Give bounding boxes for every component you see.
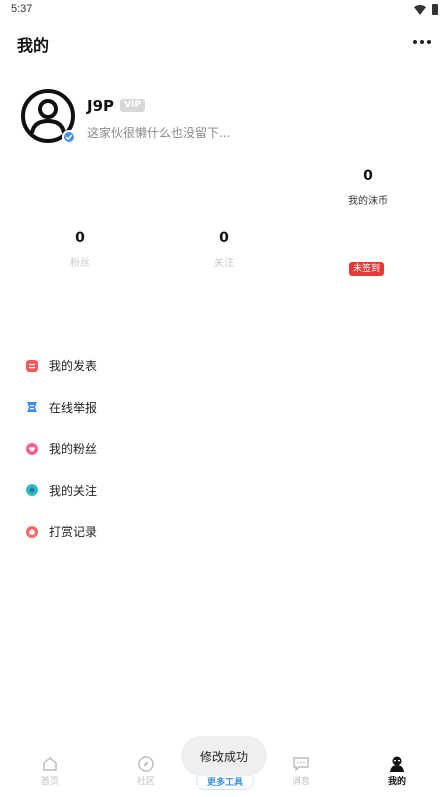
status-icons [414,4,438,15]
more-dot-icon [427,40,431,44]
tab-label: 社区 [136,777,155,787]
tab-messages[interactable]: 消息 [271,752,331,787]
stat-following[interactable]: 0 关注 [184,230,264,269]
menu-label: 我的粉丝 [49,442,98,457]
tab-label: 消息 [291,777,310,787]
user-icon [390,756,404,772]
tab-home[interactable]: 首页 [20,752,80,787]
more-options-button[interactable] [408,30,436,54]
vip-badge[interactable]: VIP [120,99,145,112]
heart-icon [25,442,39,456]
more-dot-icon [420,40,424,44]
sign-in-badge[interactable]: 未签到 [349,262,385,276]
tab-mine[interactable]: 我的 [367,752,427,787]
username: J9P [87,97,115,115]
reward-icon [25,525,39,539]
menu-item-my-posts[interactable]: 我的发表 [25,345,425,387]
fans-count: 0 [75,230,85,246]
follow-icon [25,483,39,497]
coins-count: 0 [363,168,373,184]
message-icon [293,757,309,772]
menu-label: 我的关注 [49,483,98,498]
report-icon [25,400,39,414]
menu-label: 在线举报 [49,400,98,415]
menu-item-reward-records[interactable]: 打赏记录 [25,511,425,553]
menu-item-report[interactable]: 在线举报 [25,387,425,429]
toast-message: 修改成功 [181,736,267,776]
tab-label: 首页 [40,777,59,787]
battery-icon [432,4,438,15]
status-time: 5:37 [11,3,33,15]
compass-icon [138,756,154,772]
menu-item-my-fans[interactable]: 我的粉丝 [25,428,425,470]
coins-label: 我的沫币 [348,196,388,207]
tab-community[interactable]: 社区 [116,752,176,787]
menu-label: 我的发表 [49,359,98,374]
following-label: 关注 [214,258,234,269]
following-count: 0 [219,230,229,246]
fans-label: 粉丝 [70,258,90,269]
menu-label: 打赏记录 [49,525,98,540]
more-tools-label: 更多工具 [206,778,243,788]
header: 我的 [0,24,448,64]
menu-list: 我的发表 在线举报 我的粉丝 我的关注 打赏记录 [25,345,425,553]
verified-badge-icon [62,130,76,144]
tab-label: 我的 [387,777,406,787]
home-icon [43,757,57,771]
profile-card[interactable]: J9P VIP 这家伙很懒什么也没留下... [20,88,420,148]
stat-coins[interactable]: 0 我的沫币 [328,168,408,207]
more-dot-icon [413,40,417,44]
page-title: 我的 [17,36,50,55]
post-icon [25,359,39,373]
menu-item-my-following[interactable]: 我的关注 [25,470,425,512]
profile-signature: 这家伙很懒什么也没留下... [87,126,231,140]
wifi-icon [414,4,426,15]
status-bar: 5:37 [0,0,448,22]
stat-fans[interactable]: 0 粉丝 [40,230,120,269]
